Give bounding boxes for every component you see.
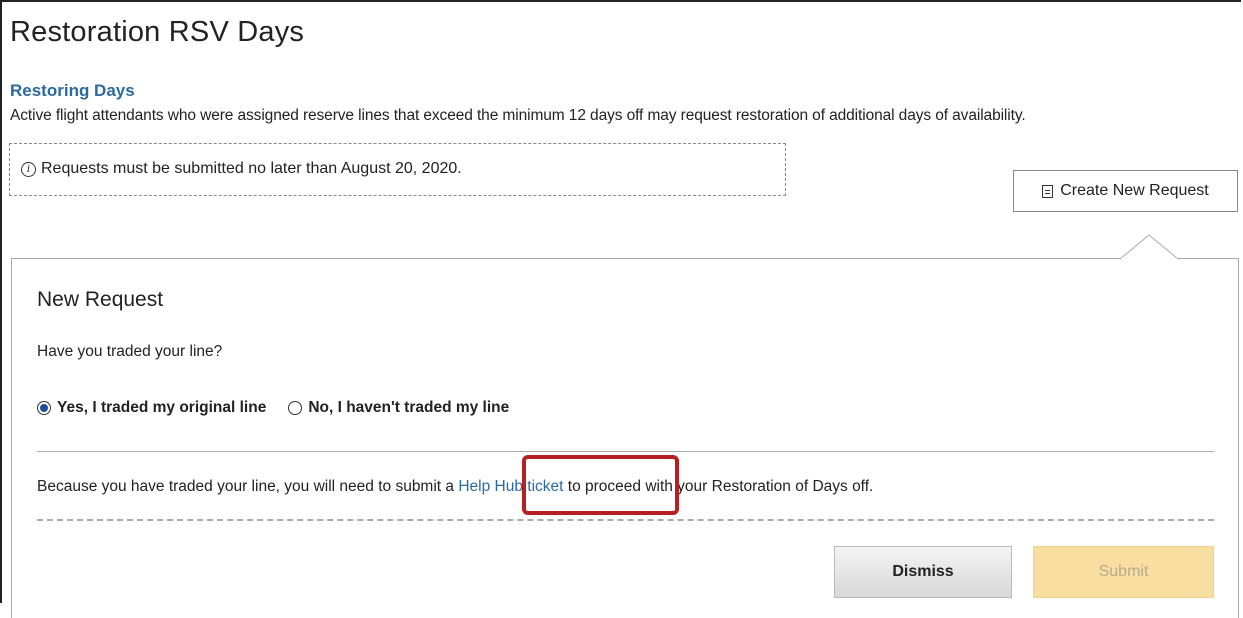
new-request-panel: New Request Have you traded your line? Y…: [11, 258, 1239, 618]
link-highlight-box: [522, 455, 679, 515]
info-icon: i: [21, 162, 36, 177]
radio-no[interactable]: [288, 401, 303, 415]
panel-title: New Request: [37, 288, 164, 311]
divider: [37, 451, 1214, 452]
radio-yes[interactable]: [37, 401, 51, 415]
traded-line-radio-group: Yes, I traded my original line No, I hav…: [37, 399, 531, 417]
traded-line-question: Have you traded your line?: [37, 343, 223, 360]
create-new-request-button[interactable]: Create New Request: [1013, 170, 1238, 212]
section-description: Active flight attendants who were assign…: [10, 107, 1026, 124]
page-title: Restoration RSV Days: [10, 16, 305, 48]
notice-text: Requests must be submitted no later than…: [41, 160, 462, 177]
deadline-notice: i Requests must be submitted no later tha…: [9, 143, 786, 196]
radio-yes-label: Yes, I traded my original line: [57, 399, 267, 416]
message-text-before: Because you have traded your line, you w…: [37, 478, 459, 495]
submit-button[interactable]: Submit: [1033, 546, 1214, 598]
create-new-request-label: Create New Request: [1060, 182, 1209, 199]
dashed-divider: [37, 519, 1214, 521]
radio-option-no[interactable]: No, I haven't traded my line: [288, 399, 509, 417]
dismiss-button[interactable]: Dismiss: [834, 546, 1012, 598]
panel-pointer: [1120, 234, 1178, 260]
section-heading: Restoring Days: [10, 81, 135, 100]
document-icon: [1042, 184, 1054, 198]
radio-no-label: No, I haven't traded my line: [308, 399, 510, 416]
radio-option-yes[interactable]: Yes, I traded my original line: [37, 399, 266, 417]
traded-line-message: Because you have traded your line, you w…: [37, 478, 873, 496]
